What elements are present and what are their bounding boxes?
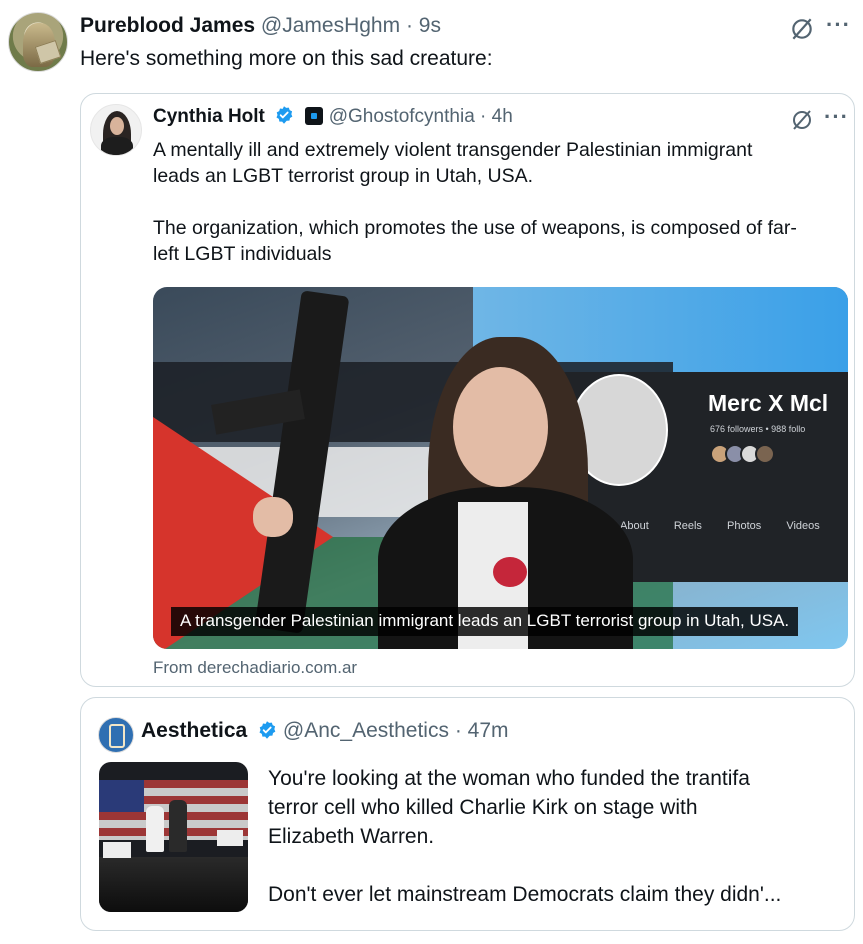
quote-1-media-image[interactable]: Merc X Mcl 676 followers • 988 follo Abo… [153, 287, 848, 649]
quote-1-line: left LGBT individuals [153, 243, 332, 265]
verified-badge-icon [276, 106, 293, 124]
quote-1-line: leads an LGBT terrorist group in Utah, U… [153, 165, 534, 187]
media-caption: A transgender Palestinian immigrant lead… [171, 607, 799, 636]
quote-2-line: Don't ever let mainstream Democrats clai… [268, 883, 782, 906]
avatar-body [101, 137, 133, 155]
separator: · [454, 719, 462, 742]
quote-2-author-name[interactable]: Aesthetica [141, 719, 247, 742]
thumbnail-person-1 [146, 806, 164, 852]
quote-2-header: Aesthetica @Anc_Aesthetics · 47m [141, 719, 509, 743]
thumbnail-flag-canton [99, 780, 144, 812]
avatar-cynthia-holt[interactable] [90, 104, 142, 156]
thumbnail-sign [103, 842, 131, 858]
quote-1-line: The organization, which promotes the use… [153, 217, 797, 239]
author-name[interactable]: Pureblood James [80, 14, 255, 37]
media-profile-tab: Reels [673, 520, 702, 532]
quote-2-line: terror cell who killed Charlie Kirk on s… [268, 796, 698, 819]
avatar-face [110, 117, 124, 135]
quote-2-line: Elizabeth Warren. [268, 825, 435, 848]
more-icon[interactable]: ··· [824, 104, 849, 130]
media-person-face [453, 367, 548, 487]
media-hand [253, 497, 293, 537]
media-profile-name: Merc X Mcl [708, 390, 829, 416]
thumbnail-sign [217, 830, 243, 846]
media-profile-friend-avatars [710, 444, 775, 469]
quote-1-line: A mentally ill and extremely violent tra… [153, 139, 753, 161]
quote-1-author-name[interactable]: Cynthia Holt [153, 106, 265, 127]
quote-2-author-handle[interactable]: @Anc_Aesthetics [283, 719, 449, 742]
more-icon[interactable]: ··· [826, 12, 851, 38]
avatar-pureblood-james[interactable] [8, 12, 68, 72]
media-profile-tab: Videos [786, 520, 820, 532]
main-tweet-header: Pureblood James @JamesHghm · 9s [80, 14, 441, 38]
verified-badge-icon [259, 721, 276, 739]
media-profile-tab: Photos [727, 520, 762, 532]
media-profile-tab: About [620, 520, 649, 532]
media-rose-embroidery [493, 557, 527, 587]
affiliate-badge-icon[interactable] [305, 107, 324, 125]
quote-2-post-time[interactable]: 47m [468, 719, 509, 742]
quote-2-media-thumbnail[interactable] [99, 762, 248, 912]
link-source[interactable]: From derechadiario.com.ar [153, 658, 357, 678]
thumbnail-crowd [99, 857, 248, 912]
main-tweet-text: Here's something more on this sad creatu… [80, 47, 493, 70]
post-time[interactable]: 9s [419, 14, 441, 37]
media-profile-followers: 676 followers • 988 follo [710, 424, 806, 434]
separator: · [480, 106, 487, 127]
grok-icon[interactable] [789, 16, 815, 42]
author-handle[interactable]: @JamesHghm [261, 14, 400, 37]
quote-1-text: A mentally ill and extremely violent tra… [153, 137, 797, 267]
quote-2-line: You're looking at the woman who funded t… [268, 767, 750, 790]
thumbnail-person-2 [169, 800, 187, 852]
quote-1-author-handle[interactable]: @Ghostofcynthia [329, 106, 475, 127]
avatar-aesthetica[interactable] [98, 717, 134, 753]
avatar-glyph [109, 724, 125, 748]
quote-2-text: You're looking at the woman who funded t… [268, 764, 781, 909]
separator: · [405, 14, 413, 37]
quote-1-post-time[interactable]: 4h [492, 106, 513, 127]
grok-icon[interactable] [790, 108, 814, 132]
quote-1-header: Cynthia Holt @Ghostofcynthia · 4h [153, 105, 513, 128]
media-profile-tabs: About Reels Photos Videos [620, 520, 842, 532]
